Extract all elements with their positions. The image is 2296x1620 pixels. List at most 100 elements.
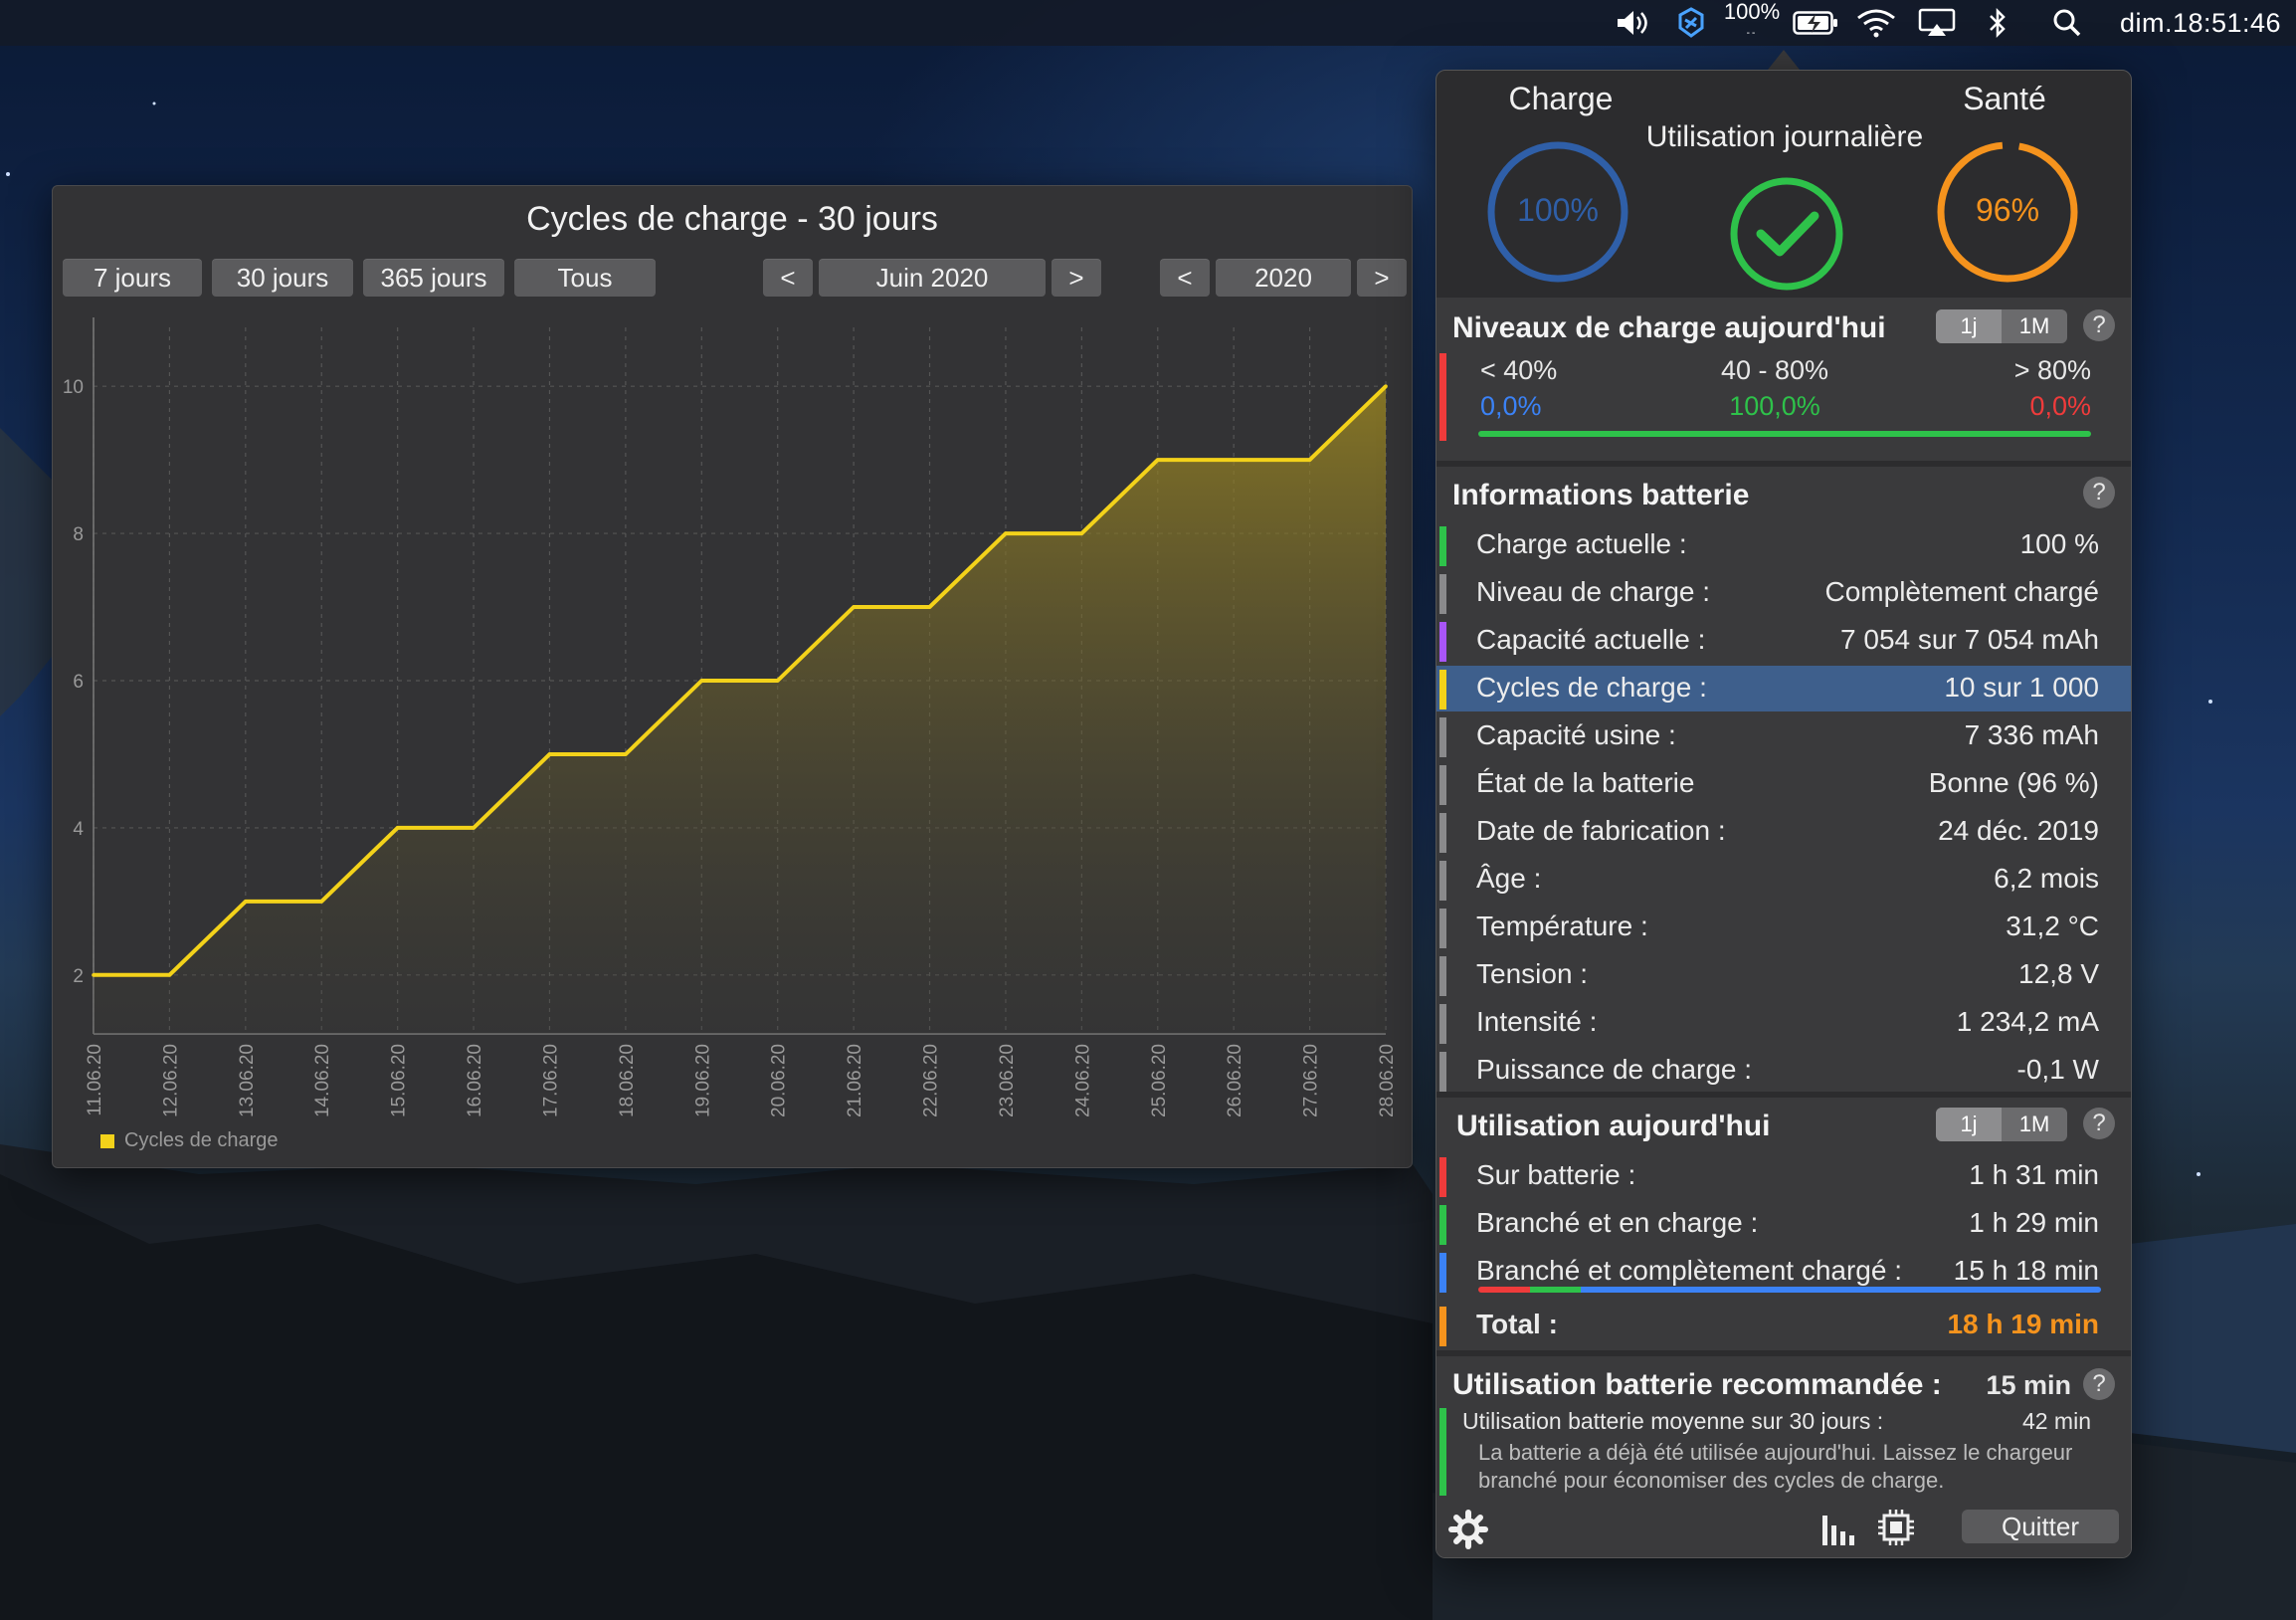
row-label: Charge actuelle : xyxy=(1476,528,1687,559)
usage-bar-battery xyxy=(1478,1287,1530,1293)
row-label: Niveau de charge : xyxy=(1476,576,1711,607)
charge-levels-title: Niveaux de charge aujourd'hui xyxy=(1452,311,1886,344)
row-label: Âge : xyxy=(1476,863,1542,894)
popover-footer: Quitter xyxy=(1436,1500,2131,1557)
daily-usage-gauge-title: Utilisation journalière xyxy=(1645,120,1924,153)
row-color-indicator xyxy=(1439,1157,1446,1197)
level-mid-label: 40 - 80% xyxy=(1720,355,1829,385)
x-tick-label: 23.06.20 xyxy=(997,1044,1018,1117)
row-label: Température : xyxy=(1476,911,1648,941)
battery-info-row[interactable]: Niveau de charge : Complètement chargé xyxy=(1436,570,2131,616)
chart-legend: Cycles de charge xyxy=(100,1129,279,1152)
level-low-value: 0,0% xyxy=(1480,391,1542,421)
quit-button[interactable]: Quitter xyxy=(1962,1510,2119,1543)
usage-today-title: Utilisation aujourd'hui xyxy=(1456,1110,1771,1142)
usage-total-value: 18 h 19 min xyxy=(1947,1309,2099,1339)
charge-levels-help-button[interactable]: ? xyxy=(2083,309,2115,341)
period-1m-option[interactable]: 1M xyxy=(2002,309,2067,343)
battery-info-row[interactable]: Cycles de charge : 10 sur 1 000 xyxy=(1436,666,2131,711)
battery-info-row[interactable]: Intensité : 1 234,2 mA xyxy=(1436,1000,2131,1046)
row-value: -0,1 W xyxy=(2016,1054,2099,1085)
x-tick-label: 13.06.20 xyxy=(237,1044,258,1117)
x-tick-label: 19.06.20 xyxy=(692,1044,713,1117)
row-label: État de la batterie xyxy=(1476,767,1695,798)
data-point xyxy=(547,752,552,756)
y-tick-label: 2 xyxy=(73,966,84,987)
data-point xyxy=(167,973,172,977)
wifi-icon[interactable] xyxy=(1852,0,1900,46)
row-color-indicator xyxy=(1439,1052,1446,1092)
volume-icon[interactable] xyxy=(1612,0,1655,46)
row-value: 7 054 sur 7 054 mAh xyxy=(1840,624,2099,655)
row-value: Bonne (96 %) xyxy=(1928,767,2099,798)
health-gauge-value: 96% xyxy=(1975,192,2040,228)
data-point xyxy=(1232,458,1236,462)
battery-dash-mark: -- xyxy=(1746,28,1758,39)
battery-percent-text[interactable]: 100% -- xyxy=(1719,0,1785,46)
x-tick-label: 24.06.20 xyxy=(1072,1044,1093,1117)
airplay-icon[interactable] xyxy=(1914,0,1960,46)
row-value: 7 336 mAh xyxy=(1964,719,2099,750)
row-value: 10 sur 1 000 xyxy=(1944,672,2099,703)
x-tick-label: 18.06.20 xyxy=(617,1044,638,1117)
charge-levels-period-toggle[interactable]: 1j 1M xyxy=(1936,309,2067,343)
recommended-indicator-bar xyxy=(1439,1408,1446,1496)
period-1d-option[interactable]: 1j xyxy=(1936,309,2002,343)
usage-distribution-bar xyxy=(1478,1287,2101,1293)
x-tick-label: 12.06.20 xyxy=(160,1044,181,1117)
row-color-indicator xyxy=(1439,813,1446,853)
bluetooth-icon[interactable] xyxy=(1978,0,2017,46)
battery-info-row[interactable]: Température : 31,2 °C xyxy=(1436,905,2131,950)
usage-period-1d-option[interactable]: 1j xyxy=(1936,1108,2002,1141)
app-status-icon[interactable] xyxy=(1669,0,1713,46)
battery-info-help-button[interactable]: ? xyxy=(2083,477,2115,508)
level-distribution-bar xyxy=(1478,431,2091,437)
row-color-indicator xyxy=(1439,574,1446,614)
level-low-label: < 40% xyxy=(1480,355,1558,385)
battery-info-row[interactable]: Puissance de charge : -0,1 W xyxy=(1436,1048,2131,1094)
row-label: Branché et en charge : xyxy=(1476,1207,1759,1238)
row-label: Branché et complètement chargé : xyxy=(1476,1255,1903,1286)
row-value: 1 h 31 min xyxy=(1969,1159,2099,1190)
row-color-indicator xyxy=(1439,717,1446,757)
x-tick-label: 27.06.20 xyxy=(1301,1044,1322,1117)
daily-usage-checkmark-icon xyxy=(1730,177,1843,291)
bar-chart-icon[interactable] xyxy=(1820,1510,1860,1547)
row-color-indicator xyxy=(1439,909,1446,948)
battery-info-row[interactable]: Âge : 6,2 mois xyxy=(1436,857,2131,903)
battery-info-section: Informations batterie ? Charge actuelle … xyxy=(1436,461,2131,1104)
recommended-usage-help-button[interactable]: ? xyxy=(2083,1368,2115,1400)
level-mid-value: 100,0% xyxy=(1729,391,1820,421)
battery-info-row[interactable]: Capacité actuelle : 7 054 sur 7 054 mAh xyxy=(1436,618,2131,664)
x-tick-label: 11.06.20 xyxy=(85,1044,105,1116)
charge-gauge-title: Charge xyxy=(1508,81,1614,116)
menu-clock[interactable]: dim.18:51:46 xyxy=(2111,0,2290,46)
usage-row: Branché et en charge : 1 h 29 min xyxy=(1436,1201,2131,1247)
average-usage-value: 42 min xyxy=(2021,1408,2091,1434)
data-point xyxy=(1384,384,1388,388)
usage-period-toggle[interactable]: 1j 1M xyxy=(1936,1108,2067,1141)
row-label: Capacité actuelle : xyxy=(1476,624,1706,655)
data-point xyxy=(624,752,628,756)
legend-swatch xyxy=(100,1133,114,1148)
battery-charging-icon[interactable] xyxy=(1791,0,1840,46)
row-color-indicator xyxy=(1439,956,1446,996)
battery-info-row[interactable]: Charge actuelle : 100 % xyxy=(1436,522,2131,568)
x-tick-label: 15.06.20 xyxy=(389,1044,410,1117)
battery-info-row[interactable]: État de la batterie Bonne (96 %) xyxy=(1436,761,2131,807)
battery-info-row[interactable]: Date de fabrication : 24 déc. 2019 xyxy=(1436,809,2131,855)
y-tick-label: 6 xyxy=(73,672,84,693)
row-color-indicator xyxy=(1439,1004,1446,1044)
data-point xyxy=(395,826,400,830)
recommended-usage-title: Utilisation batterie recommandée : xyxy=(1452,1368,1942,1401)
chip-icon[interactable] xyxy=(1876,1508,1916,1547)
row-value: 1 h 29 min xyxy=(1969,1207,2099,1238)
row-label: Tension : xyxy=(1476,958,1589,989)
battery-info-row[interactable]: Capacité usine : 7 336 mAh xyxy=(1436,713,2131,759)
battery-info-row[interactable]: Tension : 12,8 V xyxy=(1436,952,2131,998)
spotlight-search-icon[interactable] xyxy=(2047,0,2087,46)
settings-gear-icon[interactable] xyxy=(1448,1510,1488,1549)
data-point xyxy=(92,973,96,977)
usage-help-button[interactable]: ? xyxy=(2083,1108,2115,1139)
usage-period-1m-option[interactable]: 1M xyxy=(2002,1108,2067,1141)
